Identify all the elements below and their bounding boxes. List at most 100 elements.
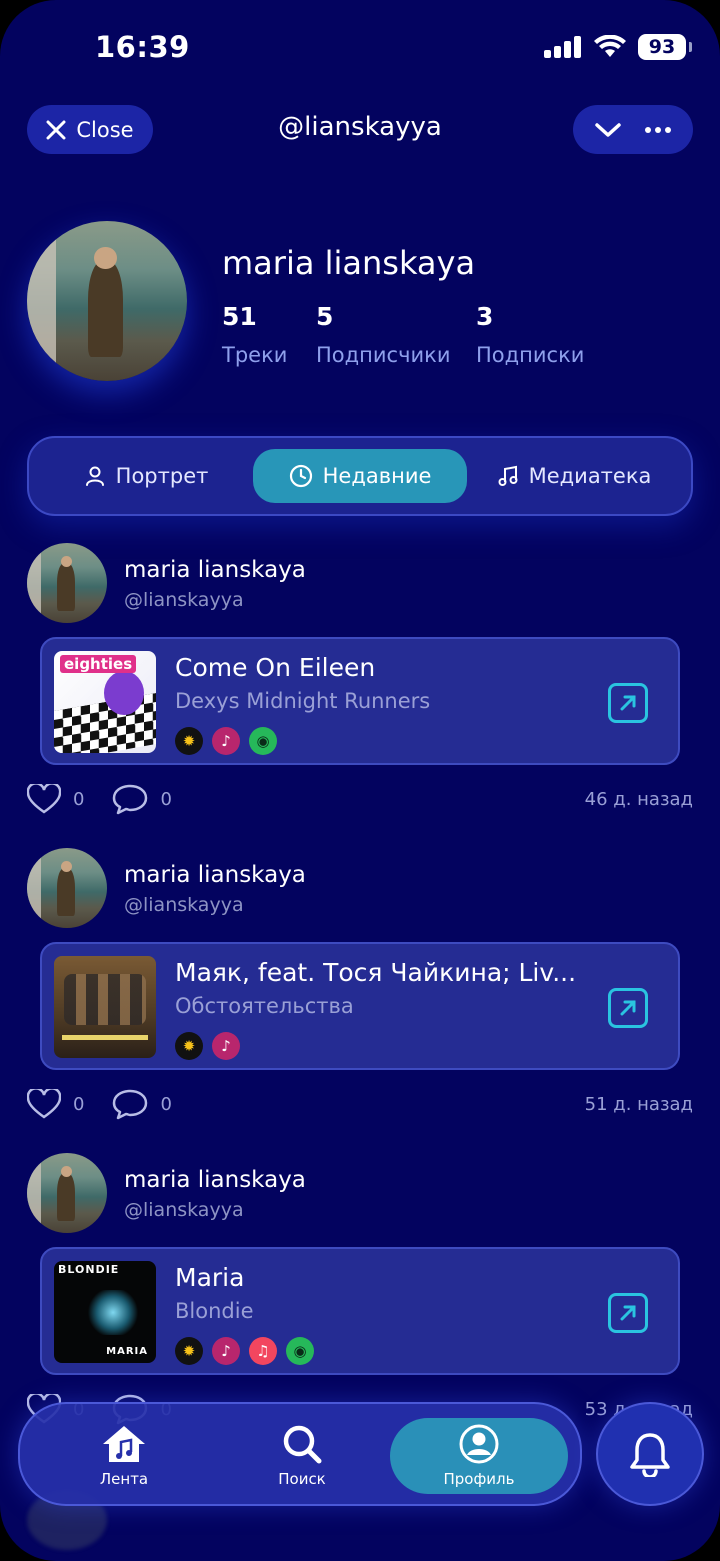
arrow-up-right-icon (620, 695, 636, 711)
stat-label: Треки (222, 343, 288, 367)
post-handle: @lianskayya (124, 894, 244, 916)
nav-label: Лента (99, 1470, 149, 1488)
cover-text: BLONDIE (58, 1263, 120, 1276)
music-note-icon (498, 465, 518, 486)
stat-following[interactable]: 3 Подписки (476, 302, 584, 367)
track-card[interactable]: BLONDIE MARIA Maria Blondie ✹ ♪ ♫ ◉ (40, 1247, 680, 1375)
sun-service-icon[interactable]: ✹ (175, 1032, 203, 1060)
nav-label: Профиль (443, 1470, 515, 1488)
nav-feed[interactable]: Лента (34, 1404, 214, 1508)
like-count: 0 (73, 788, 85, 810)
signal-icon (544, 36, 581, 58)
heart-icon (27, 1089, 61, 1119)
track-artist: Обстоятельства (175, 994, 354, 1018)
open-external-button[interactable] (608, 988, 648, 1028)
open-external-button[interactable] (608, 1293, 648, 1333)
comment-icon (113, 1089, 148, 1120)
search-icon (283, 1425, 322, 1464)
notifications-button[interactable] (596, 1402, 704, 1506)
like-count: 0 (73, 1093, 85, 1115)
lastfm-service-icon[interactable]: ♪ (212, 727, 240, 755)
apple-music-service-icon[interactable]: ♫ (249, 1337, 277, 1365)
album-cover: eighties (54, 651, 156, 753)
track-title: Come On Eileen (175, 653, 376, 682)
arrow-up-right-icon (620, 1000, 636, 1016)
avatar[interactable] (27, 543, 107, 623)
cover-text: MARIA (106, 1346, 148, 1357)
stat-followers[interactable]: 5 Подписчики (316, 302, 450, 367)
status-icons: 93 (544, 34, 692, 60)
streaming-services: ✹ ♪ (175, 1032, 240, 1060)
track-card[interactable]: eighties Come On Eileen Dexys Midnight R… (40, 637, 680, 765)
comment-count: 0 (160, 1093, 172, 1115)
stat-value: 51 (222, 302, 257, 331)
spotify-service-icon[interactable]: ◉ (286, 1337, 314, 1365)
bell-icon (630, 1433, 670, 1477)
album-cover (54, 956, 156, 1058)
post-time: 46 д. назад (584, 788, 693, 810)
comment-button[interactable]: 0 (112, 783, 172, 815)
nav-search[interactable]: Поиск (212, 1404, 392, 1508)
profile-icon (459, 1424, 499, 1464)
post-username[interactable]: maria lianskaya (124, 557, 306, 583)
post-actions: 0 0 51 д. назад (27, 1084, 693, 1124)
nav-profile[interactable]: Профиль (390, 1418, 568, 1494)
track-card[interactable]: Маяк, feat. Тося Чайкина; Liv... Обстоят… (40, 942, 680, 1070)
profile-screen: 16:39 93 Close @lianskayya maria lianska… (0, 0, 720, 1561)
header-actions (573, 105, 693, 154)
avatar[interactable] (27, 848, 107, 928)
stat-tracks[interactable]: 51 Треки (222, 302, 287, 367)
post-handle: @lianskayya (124, 1199, 244, 1221)
lastfm-service-icon[interactable]: ♪ (212, 1032, 240, 1060)
arrow-up-right-icon (620, 1305, 636, 1321)
like-button[interactable]: 0 (27, 1089, 84, 1119)
avatar[interactable] (27, 1153, 107, 1233)
stat-value: 3 (476, 302, 494, 331)
open-external-button[interactable] (608, 683, 648, 723)
lastfm-service-icon[interactable]: ♪ (212, 1337, 240, 1365)
track-artist: Dexys Midnight Runners (175, 689, 431, 713)
post-handle: @lianskayya (124, 589, 244, 611)
sun-service-icon[interactable]: ✹ (175, 1337, 203, 1365)
profile-tabs: Портрет Недавние Медиатека (27, 436, 693, 516)
cover-text: eighties (60, 655, 137, 673)
track-artist: Blondie (175, 1299, 254, 1323)
post-actions: 0 0 46 д. назад (27, 779, 693, 819)
like-button[interactable]: 0 (27, 784, 84, 814)
post-username[interactable]: maria lianskaya (124, 862, 306, 888)
comment-count: 0 (160, 788, 172, 810)
tab-label: Медиатека (528, 464, 652, 488)
profile-avatar (27, 221, 187, 381)
more-icon[interactable] (645, 126, 671, 133)
tab-portrait[interactable]: Портрет (39, 449, 253, 503)
home-music-icon (103, 1426, 145, 1462)
stat-label: Подписчики (316, 343, 451, 367)
wifi-icon (594, 35, 626, 57)
nav-label: Поиск (278, 1470, 326, 1488)
comment-button[interactable]: 0 (112, 1088, 172, 1120)
post-time: 51 д. назад (584, 1093, 693, 1115)
tab-library[interactable]: Медиатека (467, 449, 681, 503)
spotify-service-icon[interactable]: ◉ (249, 727, 277, 755)
track-title: Маяк, feat. Тося Чайкина; Liv... (175, 958, 577, 987)
streaming-services: ✹ ♪ ◉ (175, 727, 277, 755)
comment-icon (113, 784, 148, 815)
track-title: Maria (175, 1263, 245, 1292)
tab-recent[interactable]: Недавние (253, 449, 467, 503)
post-username[interactable]: maria lianskaya (124, 1167, 306, 1193)
streaming-services: ✹ ♪ ♫ ◉ (175, 1337, 314, 1365)
tab-label: Недавние (322, 464, 432, 488)
status-time: 16:39 (95, 30, 190, 64)
bottom-navigation: Лента Поиск Профиль (18, 1402, 582, 1506)
stat-label: Подписки (476, 343, 585, 367)
person-icon (85, 466, 104, 486)
album-cover: BLONDIE MARIA (54, 1261, 156, 1363)
heart-icon (27, 784, 61, 814)
tab-label: Портрет (115, 464, 209, 488)
profile-name: maria lianskaya (222, 244, 476, 282)
sun-service-icon[interactable]: ✹ (175, 727, 203, 755)
clock-icon (289, 464, 312, 488)
battery-indicator: 93 (638, 34, 692, 60)
stat-value: 5 (316, 302, 334, 331)
chevron-down-icon[interactable] (595, 122, 621, 138)
